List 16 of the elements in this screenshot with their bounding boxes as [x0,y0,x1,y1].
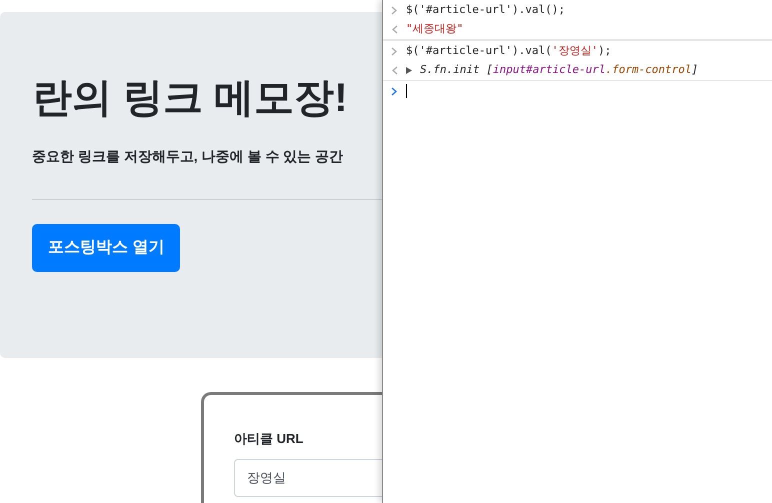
console-text: "세종대왕" [406,21,464,38]
expand-triangle-icon[interactable] [406,67,412,74]
chevron-left-icon [391,66,398,75]
text-cursor [406,84,407,98]
page-subtitle: 중요한 링크를 저장해두고, 나중에 볼 수 있는 공간 [32,147,344,166]
chevron-right-icon [391,86,398,96]
field-label: 아티클 URL [234,430,304,448]
chevron-right-icon [391,6,398,14]
console-text: S.fn.init [input#article-url.form-control] [420,62,698,78]
chevron-left-icon [391,25,398,34]
chevron-right-icon [391,46,398,56]
open-posting-box-button[interactable]: 포스팅박스 열기 [32,224,180,272]
article-url-field[interactable]: 장영실 [234,458,382,496]
console-text: $('#article-url').val(); [406,2,565,18]
console-text: $('#article-url').val('장영실'); [406,42,612,59]
page-title: 란의 링크 메모장! [32,78,349,118]
